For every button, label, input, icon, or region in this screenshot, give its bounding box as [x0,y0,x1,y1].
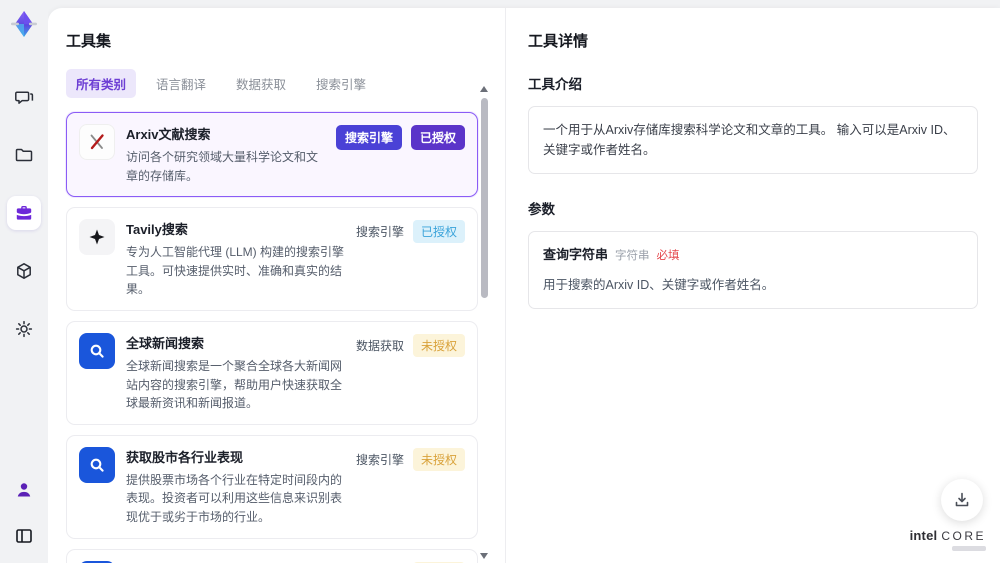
tool-card-tavily[interactable]: Tavily搜索 专为人工智能代理 (LLM) 构建的搜索引擎工具。可快速提供实… [66,207,478,311]
left-rail [0,0,48,563]
core-wordmark: core [941,529,986,543]
briefcase-icon[interactable] [7,196,41,230]
intro-box: 一个用于从Arxiv存储库搜索科学论文和文章的工具。 输入可以是Arxiv ID… [528,106,978,174]
download-icon [955,492,969,507]
tool-card-global-news[interactable]: 全球新闻搜索 全球新闻搜索是一个聚合全球各大新闻网站内容的搜索引擎，帮助用户快速… [66,320,478,425]
param-name: 查询字符串 [543,247,609,262]
app-logo[interactable] [8,8,40,40]
user-icon[interactable] [7,473,41,507]
tool-description: 提供股票市场各个行业在特定时间段内的表现。投资者可以利用这些信息来识别表现优于或… [126,472,343,524]
tab-data-acquisition[interactable]: 数据获取 [226,69,296,98]
param-type: 字符串 [615,250,650,262]
tool-title: 获取股市各行业表现 [126,449,244,465]
tool-card-active-stocks[interactable]: 获取市场最活跃股票信息 提供当天交易量最高的股票列表。投资者可以利用这些信息来识… [66,548,478,563]
tool-description: 访问各个研究领域大量科学论文和文章的存储库。 [126,150,319,183]
download-button[interactable] [941,479,983,521]
category-badge: 数据获取 [355,338,404,353]
tool-title: Tavily搜索 [126,222,188,238]
tool-title: Arxiv文献搜索 [126,127,211,142]
search-icon [79,446,115,483]
tool-list-panel: 工具集 所有类别 语言翻译 数据获取 搜索引擎 Arxiv文献搜索 访问各个研究… [48,8,505,563]
cube-icon[interactable] [7,254,41,288]
page-title: 工具集 [66,33,112,50]
detail-title: 工具详情 [528,33,589,50]
tool-description: 全球新闻搜索是一个聚合全球各大新闻网站内容的搜索引擎，帮助用户快速获取全球最新资… [126,358,343,411]
intel-wordmark: intel [909,528,938,543]
intel-sub-mark [952,546,986,551]
intro-heading: 工具介绍 [528,77,582,92]
tab-search-engine[interactable]: 搜索引擎 [306,69,376,98]
params-heading: 参数 [528,202,555,217]
gear-icon[interactable] [7,312,41,346]
search-icon [79,332,115,369]
tool-list: Arxiv文献搜索 访问各个研究领域大量科学论文和文章的存储库。 搜索引擎 已授… [66,112,478,563]
category-badge: 搜索引擎 [355,452,404,467]
tool-detail-panel: 工具详情 工具介绍 一个用于从Arxiv存储库搜索科学论文和文章的工具。 输入可… [505,8,1000,563]
status-badge: 未授权 [412,447,465,471]
star-icon [79,219,115,256]
status-badge: 未授权 [412,333,465,357]
tool-card-arxiv[interactable]: Arxiv文献搜索 访问各个研究领域大量科学论文和文章的存储库。 搜索引擎 已授… [66,112,478,198]
list-scrollbar[interactable] [479,86,489,559]
folder-icon[interactable] [7,138,41,172]
param-required-flag: 必填 [656,250,680,262]
category-badge: 搜索引擎 [335,125,402,150]
status-badge: 已授权 [410,125,465,150]
param-box: 查询字符串 字符串 必填 用于搜索的Arxiv ID、关键字或作者姓名。 [528,231,978,309]
status-badge: 已授权 [412,220,465,244]
chat-icon[interactable] [7,80,41,114]
category-tabs: 所有类别 语言翻译 数据获取 搜索引擎 [66,69,505,98]
panel-toggle-icon[interactable] [7,519,41,553]
tab-all-categories[interactable]: 所有类别 [66,69,137,98]
scroll-down-icon[interactable] [480,553,488,559]
scroll-up-icon[interactable] [480,86,488,92]
tool-card-sector-performance[interactable]: 获取股市各行业表现 提供股票市场各个行业在特定时间段内的表现。投资者可以利用这些… [66,434,478,539]
category-badge: 搜索引擎 [355,225,404,240]
main-content: 工具集 所有类别 语言翻译 数据获取 搜索引擎 Arxiv文献搜索 访问各个研究… [48,8,1000,563]
intel-core-logo: intel core [910,528,986,551]
scrollbar-thumb[interactable] [480,98,488,298]
tool-title: 全球新闻搜索 [126,335,205,351]
arxiv-logo-icon [79,124,115,160]
tab-language-translation[interactable]: 语言翻译 [146,69,216,98]
param-description: 用于搜索的Arxiv ID、关键字或作者姓名。 [543,277,775,292]
tool-description: 专为人工智能代理 (LLM) 构建的搜索引擎工具。可快速提供实时、准确和真实的结… [126,245,345,297]
